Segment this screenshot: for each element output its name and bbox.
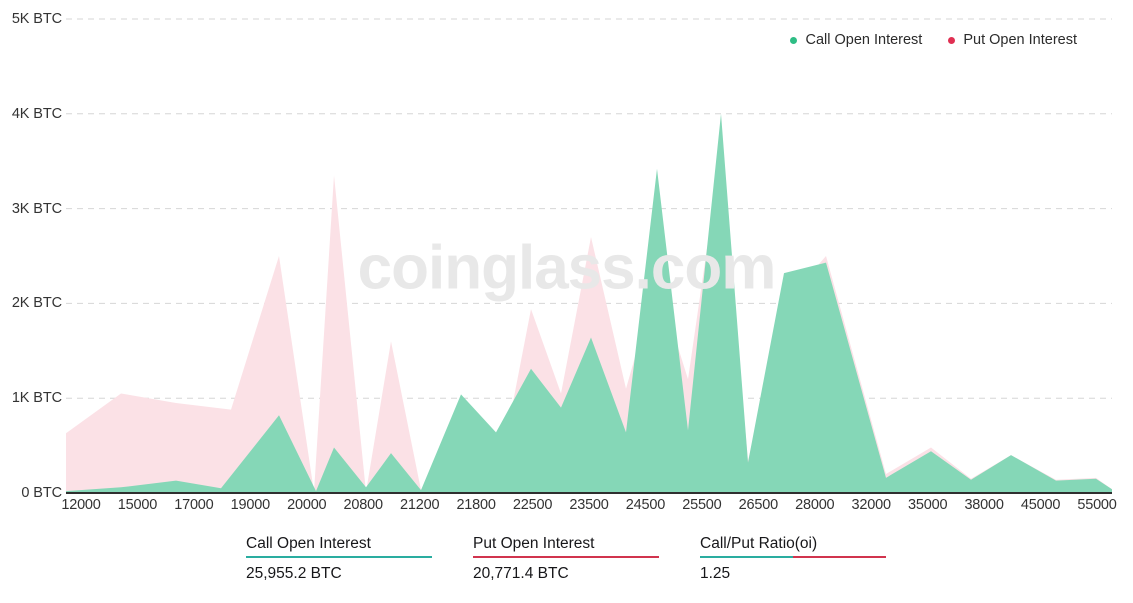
x-axis-tick-label: 25500 (682, 497, 722, 513)
y-axis-tick-label: 3K BTC (11, 200, 62, 217)
x-axis-tick-label: 35000 (907, 497, 948, 513)
x-axis-tick-label: 45000 (1020, 497, 1061, 513)
x-axis-tick-label: 15000 (117, 497, 158, 513)
x-axis-tick-label: 24500 (625, 497, 666, 513)
x-axis: 12000 15000 17000 19000 20000 20800 21200 21800… (61, 497, 1117, 525)
x-axis-tick-label: 21800 (456, 497, 496, 513)
stat-value: 20,771.4 BTC (473, 565, 569, 582)
x-axis-tick-label: 19000 (230, 497, 271, 513)
stat-underline-fill (473, 556, 659, 558)
x-axis-tick-label: 26500 (738, 497, 779, 513)
put-legend-dot-icon (948, 36, 956, 44)
stat-value: 1.25 (700, 565, 731, 582)
y-axis-tick-label: 4K BTC (11, 105, 62, 122)
legend-item-put[interactable]: Put Open Interest (948, 32, 1077, 48)
x-axis-tick-label: 28000 (795, 497, 835, 513)
legend-label-put: Put Open Interest (963, 32, 1077, 48)
stat-underline-call (700, 556, 793, 558)
stat-title: Call Open Interest (246, 535, 371, 552)
y-axis-tick-label: 2K BTC (11, 295, 62, 312)
area-chart-svg (66, 18, 1112, 494)
x-axis-tick-label: 12000 (61, 497, 101, 513)
x-axis-tick-label: 23500 (569, 497, 609, 513)
x-axis-line (66, 492, 1112, 494)
x-axis-tick-label: 21200 (399, 497, 440, 513)
plot-area (66, 18, 1112, 494)
stat-card: Put Open Interest 20,771.4 BTC (473, 534, 700, 583)
x-axis-tick-label: 20800 (343, 497, 384, 513)
stat-underline-fill (246, 556, 432, 558)
x-axis-tick-label: 38000 (964, 497, 1004, 513)
chart-legend: Call Open Interest Put Open Interest (790, 32, 1077, 48)
legend-label-call: Call Open Interest (805, 32, 923, 48)
x-axis-tick-label: 32000 (851, 497, 892, 513)
summary-stats: Call Open Interest 25,955.2 BTC Put Open I… (246, 534, 927, 583)
stat-value: 25,955.2 BTC (246, 565, 342, 582)
stat-underline (700, 556, 886, 558)
call-legend-dot-icon (790, 36, 798, 44)
stat-title: Call/Put Ratio(oi) (700, 535, 818, 552)
stat-underline (473, 556, 659, 558)
x-axis-tick-label: 55000 (1077, 497, 1117, 513)
x-axis-tick-label: 22500 (512, 497, 553, 513)
stat-title: Put Open Interest (473, 535, 595, 552)
stat-card: Call/Put Ratio(oi) 1.25 (700, 534, 927, 583)
y-axis-tick-label: 1K BTC (11, 390, 62, 407)
y-axis-tick-label: 5K BTC (11, 11, 62, 27)
y-axis: 0 BTC 1K BTC 2K BTC 3K BTC 4K BTC 5K BTC (0, 0, 62, 525)
legend-item-call[interactable]: Call Open Interest (790, 32, 922, 48)
chart-container: 0 BTC 1K BTC 2K BTC 3K BTC 4K BTC 5K BTC 1200… (0, 0, 1133, 525)
x-axis-tick-label: 17000 (174, 497, 214, 513)
x-axis-tick-label: 20000 (287, 497, 327, 513)
y-axis-tick-label: 0 BTC (21, 485, 62, 501)
options-open-interest-chart-page: 0 BTC 1K BTC 2K BTC 3K BTC 4K BTC 5K BTC 1200… (0, 0, 1133, 603)
stat-underline-put (793, 556, 886, 558)
stat-card: Call Open Interest 25,955.2 BTC (246, 534, 473, 583)
stat-underline (246, 556, 432, 558)
